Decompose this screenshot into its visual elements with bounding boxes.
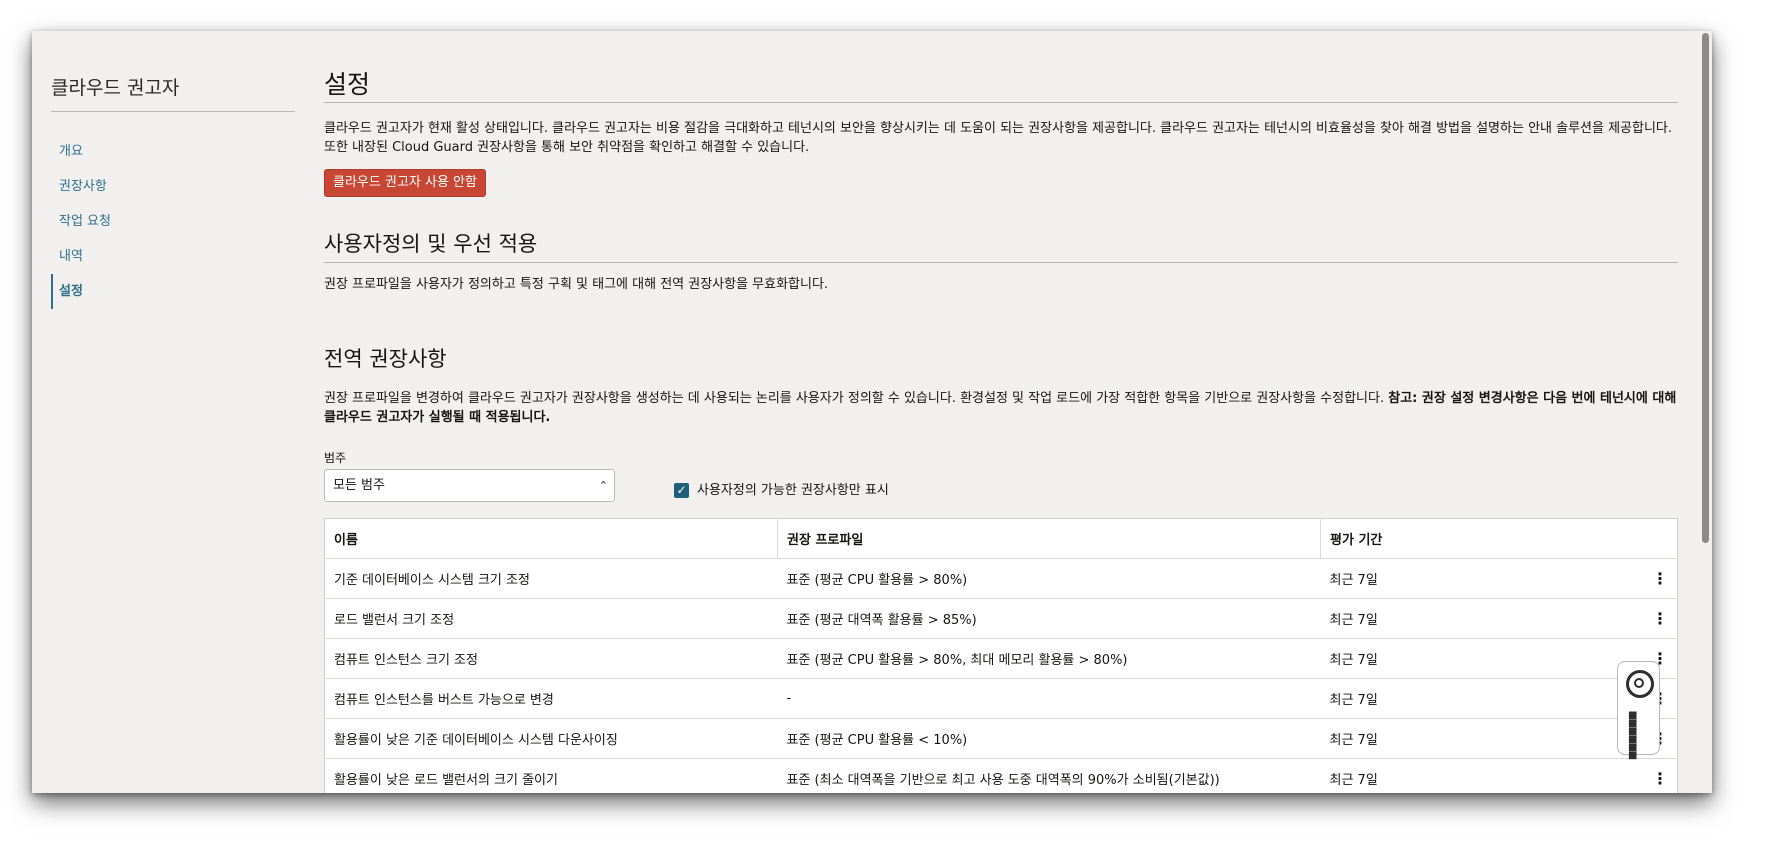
- recommendations-table: 이름 권장 프로파일 평가 기간 기준 데이터베이스 시스템 크기 조정 표준 …: [324, 518, 1678, 793]
- row-name: 컴퓨트 인스턴스를 버스트 가능으로 변경: [324, 678, 778, 719]
- row-profile: 표준 (평균 CPU 활용률 > 80%, 최대 메모리 활용률 > 80%): [777, 638, 1321, 679]
- row-period: 최근 7일: [1329, 653, 1378, 668]
- row-name: 활용률이 낮은 기준 데이터베이스 시스템 다운사이징: [324, 718, 778, 759]
- category-select[interactable]: 모든 범주 ⌃: [324, 469, 615, 502]
- table-row: 로드 밸런서 크기 조정 표준 (평균 대역폭 활용률 > 85%) 최근 7일…: [324, 598, 1678, 639]
- row-name: 활용률이 낮은 로드 밸런서의 크기 줄이기: [324, 758, 778, 793]
- title-divider: [324, 102, 1678, 103]
- row-period: 최근 7일: [1329, 573, 1378, 588]
- sidebar-item-history[interactable]: 내역: [51, 239, 295, 274]
- column-header-name[interactable]: 이름: [324, 518, 778, 559]
- row-profile: 표준 (평균 CPU 활용률 < 10%): [777, 718, 1321, 759]
- sidebar-item-work-requests[interactable]: 작업 요청: [51, 204, 295, 239]
- row-period: 최근 7일: [1329, 613, 1378, 628]
- row-period: 최근 7일: [1329, 733, 1378, 748]
- column-header-period[interactable]: 평가 기간: [1320, 518, 1678, 559]
- more-vertical-icon[interactable]: ⋮: [1652, 609, 1668, 628]
- scrollbar-thumb[interactable]: [1702, 33, 1709, 543]
- table-row: 컴퓨트 인스턴스 크기 조정 표준 (평균 CPU 활용률 > 80%, 최대 …: [324, 638, 1678, 679]
- table-row: 컴퓨트 인스턴스를 버스트 가능으로 변경 - 최근 7일 ⋮: [324, 678, 1678, 719]
- row-name: 컴퓨트 인스턴스 크기 조정: [324, 638, 778, 679]
- category-select-value: 모든 범주: [333, 478, 385, 493]
- customizable-only-checkbox[interactable]: ✓ 사용자정의 가능한 권장사항만 표시: [674, 479, 889, 498]
- custom-section-description: 권장 프로파일을 사용자가 정의하고 특정 구획 및 태그에 대해 전역 권장사…: [324, 277, 829, 292]
- help-widget[interactable]: ■ ■ ■ ■ ■ ■: [1617, 661, 1660, 761]
- sidebar-item-settings[interactable]: 설정: [51, 274, 295, 309]
- row-profile: 표준 (평균 CPU 활용률 > 80%): [777, 558, 1321, 599]
- sidebar-nav: 개요 권장사항 작업 요청 내역 설정: [51, 134, 295, 309]
- custom-section-title: 사용자정의 및 우선 적용: [324, 232, 538, 256]
- row-profile: -: [777, 678, 1321, 719]
- row-name: 기준 데이터베이스 시스템 크기 조정: [324, 558, 778, 599]
- row-period-cell: 최근 7일 ⋮: [1320, 758, 1678, 793]
- lifebuoy-icon[interactable]: [1626, 670, 1654, 698]
- global-section-description: 권장 프로파일을 변경하여 클라우드 권고자가 권장사항을 생성하는 데 사용되…: [324, 389, 1678, 427]
- console-window: 클라우드 권고자 개요 권장사항 작업 요청 내역 설정 설정 클라우드 권고자…: [32, 31, 1712, 793]
- custom-section-divider: [324, 262, 1678, 263]
- global-description-text: 권장 프로파일을 변경하여 클라우드 권고자가 권장사항을 생성하는 데 사용되…: [324, 391, 1389, 406]
- chevron-updown-icon: ⌃: [598, 479, 608, 492]
- table-row: 활용률이 낮은 기준 데이터베이스 시스템 다운사이징 표준 (평균 CPU 활…: [324, 718, 1678, 759]
- sidebar-divider: [51, 111, 295, 112]
- checkmark-icon[interactable]: ✓: [674, 483, 689, 498]
- page-title: 설정: [324, 70, 371, 99]
- row-period-cell: 최근 7일 ⋮: [1320, 558, 1678, 599]
- vertical-scrollbar[interactable]: [1700, 31, 1712, 793]
- row-name: 로드 밸런서 크기 조정: [324, 598, 778, 639]
- row-period: 최근 7일: [1329, 693, 1378, 708]
- grid-dots-icon[interactable]: ■ ■ ■ ■ ■ ■: [1628, 711, 1652, 761]
- row-period: 최근 7일: [1329, 773, 1378, 788]
- table-row: 활용률이 낮은 로드 밸런서의 크기 줄이기 표준 (최소 대역폭을 기반으로 …: [324, 758, 1678, 793]
- checkbox-label: 사용자정의 가능한 권장사항만 표시: [697, 483, 889, 498]
- row-period-cell: 최근 7일 ⋮: [1320, 598, 1678, 639]
- sidebar-title: 클라우드 권고자: [51, 77, 180, 99]
- row-profile: 표준 (최소 대역폭을 기반으로 최고 사용 도중 대역폭의 90%가 소비됨(…: [777, 758, 1321, 793]
- sidebar-item-overview[interactable]: 개요: [51, 134, 295, 169]
- more-vertical-icon[interactable]: ⋮: [1652, 769, 1668, 788]
- opt-out-button[interactable]: 클라우드 권고자 사용 안함: [324, 169, 486, 197]
- settings-description: 클라우드 권고자가 현재 활성 상태입니다. 클라우드 권고자는 비용 절감을 …: [324, 121, 1673, 155]
- table-row: 기준 데이터베이스 시스템 크기 조정 표준 (평균 CPU 활용률 > 80%…: [324, 558, 1678, 599]
- more-vertical-icon[interactable]: ⋮: [1652, 569, 1668, 588]
- category-label: 범주: [324, 451, 347, 465]
- row-profile: 표준 (평균 대역폭 활용률 > 85%): [777, 598, 1321, 639]
- sidebar-item-recommendations[interactable]: 권장사항: [51, 169, 295, 204]
- column-header-profile[interactable]: 권장 프로파일: [777, 518, 1321, 559]
- global-section-title: 전역 권장사항: [324, 347, 447, 371]
- table-header-row: 이름 권장 프로파일 평가 기간: [324, 518, 1678, 559]
